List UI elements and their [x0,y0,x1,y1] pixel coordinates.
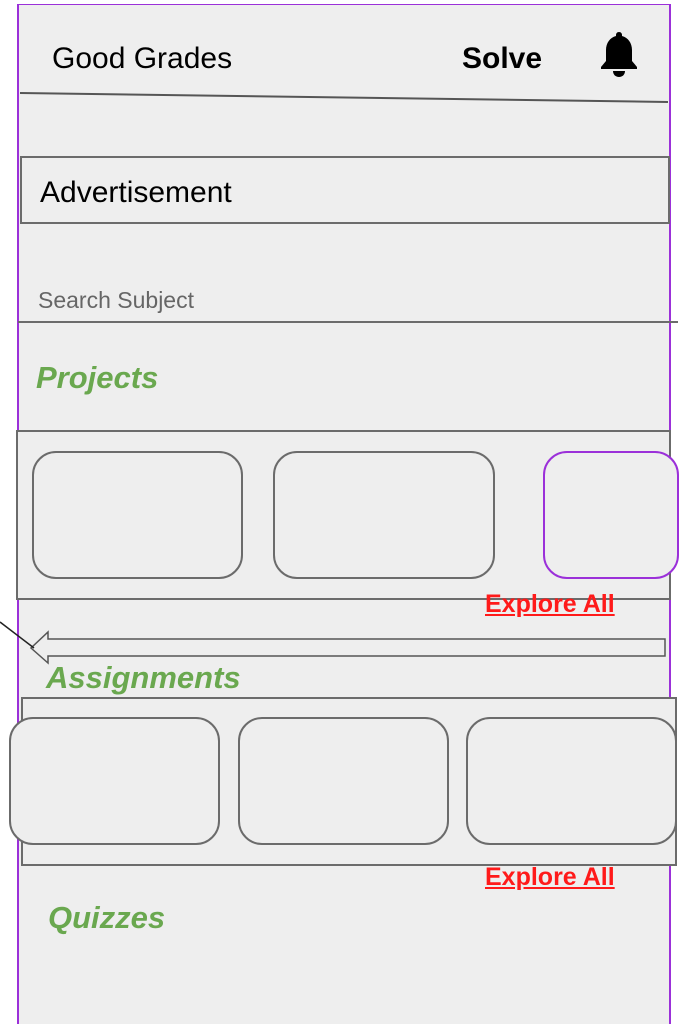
app-title: Good Grades [52,42,233,75]
scroll-arrow [29,630,666,665]
advertisement-label: Advertisement [40,176,232,209]
search-underline [18,321,678,323]
arrow-pointer-line [0,621,35,649]
assignments-explore-all-link[interactable]: Explore All [485,863,615,892]
project-card-1[interactable] [32,451,243,579]
search-input[interactable] [38,282,638,318]
projects-title: Projects [36,360,159,395]
bell-icon[interactable] [596,30,642,78]
header-divider [19,92,669,103]
quizzes-title: Quizzes [48,900,166,935]
project-card-3[interactable] [543,451,679,579]
projects-explore-all-link[interactable]: Explore All [485,590,615,619]
bell-icon-graphic [601,32,637,77]
assignment-card-1[interactable] [9,717,220,845]
assignment-card-3[interactable] [466,717,677,845]
assignments-title: Assignments [46,660,241,695]
advertisement-banner[interactable]: Advertisement [20,156,670,224]
solve-button[interactable]: Solve [462,42,542,76]
project-card-2[interactable] [273,451,495,579]
assignment-card-2[interactable] [238,717,449,845]
